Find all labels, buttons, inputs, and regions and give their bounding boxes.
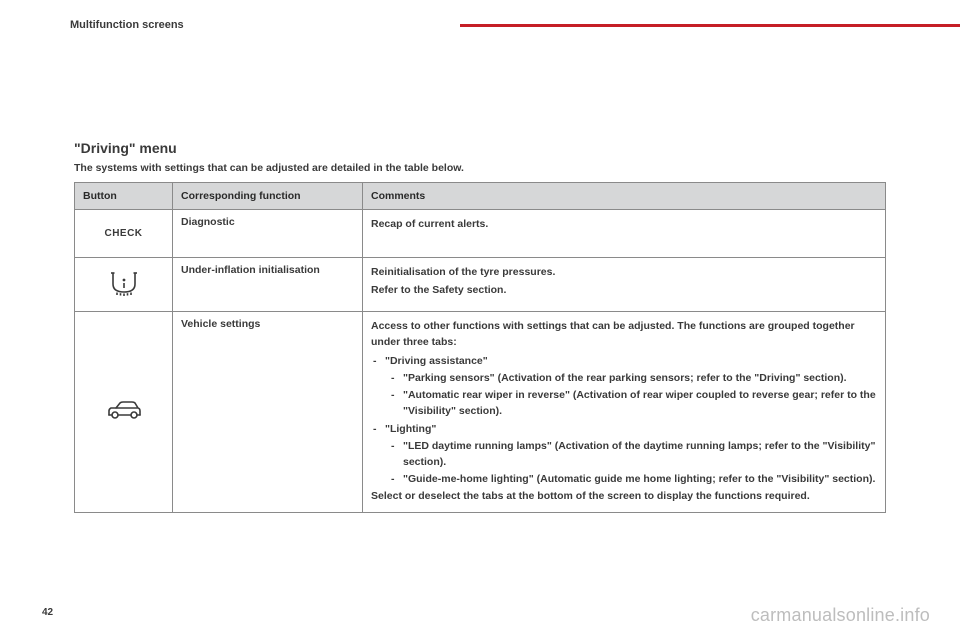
th-function: Corresponding function: [173, 183, 363, 210]
section-header: Multifunction screens: [70, 19, 184, 31]
function-cell: Diagnostic: [173, 210, 363, 258]
function-cell: Under-inflation initialisation: [173, 258, 363, 312]
watermark: carmanualsonline.info: [751, 605, 930, 626]
table-row: CHECK Diagnostic Recap of current alerts…: [75, 210, 886, 258]
tab-sub-item: "Guide-me-home lighting" (Automatic guid…: [385, 471, 877, 487]
comments-footer: Select or deselect the tabs at the botto…: [371, 488, 877, 504]
header-rule: [460, 24, 960, 27]
tab-label: "Lighting": [385, 423, 436, 435]
check-button-label: CHECK: [104, 216, 142, 251]
table-header-row: Button Corresponding function Comments: [75, 183, 886, 210]
car-icon: [104, 392, 144, 428]
tab-item: "Lighting" "LED daytime running lamps" (…: [371, 421, 877, 488]
tab-sub-list: "LED daytime running lamps" (Activation …: [385, 438, 877, 488]
th-button: Button: [75, 183, 173, 210]
tyre-pressure-icon: [109, 264, 139, 302]
page-content: "Driving" menu The systems with settings…: [74, 140, 886, 513]
tab-item: "Driving assistance" "Parking sensors" (…: [371, 353, 877, 420]
button-cell-car: [75, 312, 173, 513]
tab-sub-item: "LED daytime running lamps" (Activation …: [385, 438, 877, 471]
function-cell: Vehicle settings: [173, 312, 363, 513]
button-cell-tyre: [75, 258, 173, 312]
tab-sub-item: "Parking sensors" (Activation of the rea…: [385, 370, 877, 386]
table-row: Under-inflation initialisation Reinitial…: [75, 258, 886, 312]
tab-label: "Driving assistance": [385, 355, 488, 367]
comments-line: Reinitialisation of the tyre pressures.: [371, 264, 877, 280]
comments-cell: Access to other functions with settings …: [363, 312, 886, 513]
menu-title: "Driving" menu: [74, 140, 886, 156]
button-cell-check: CHECK: [75, 210, 173, 258]
comments-line: Refer to the Safety section.: [371, 282, 877, 298]
table-row: Vehicle settings Access to other functio…: [75, 312, 886, 513]
tabs-list: "Driving assistance" "Parking sensors" (…: [371, 353, 877, 488]
comments-intro: Access to other functions with settings …: [371, 318, 877, 351]
th-comments: Comments: [363, 183, 886, 210]
comments-cell: Reinitialisation of the tyre pressures. …: [363, 258, 886, 312]
tab-sub-item: "Automatic rear wiper in reverse" (Activ…: [385, 387, 877, 420]
menu-intro: The systems with settings that can be ad…: [74, 162, 886, 174]
settings-table: Button Corresponding function Comments C…: [74, 182, 886, 513]
page-number: 42: [42, 607, 53, 618]
comments-cell: Recap of current alerts.: [363, 210, 886, 258]
tab-sub-list: "Parking sensors" (Activation of the rea…: [385, 370, 877, 420]
